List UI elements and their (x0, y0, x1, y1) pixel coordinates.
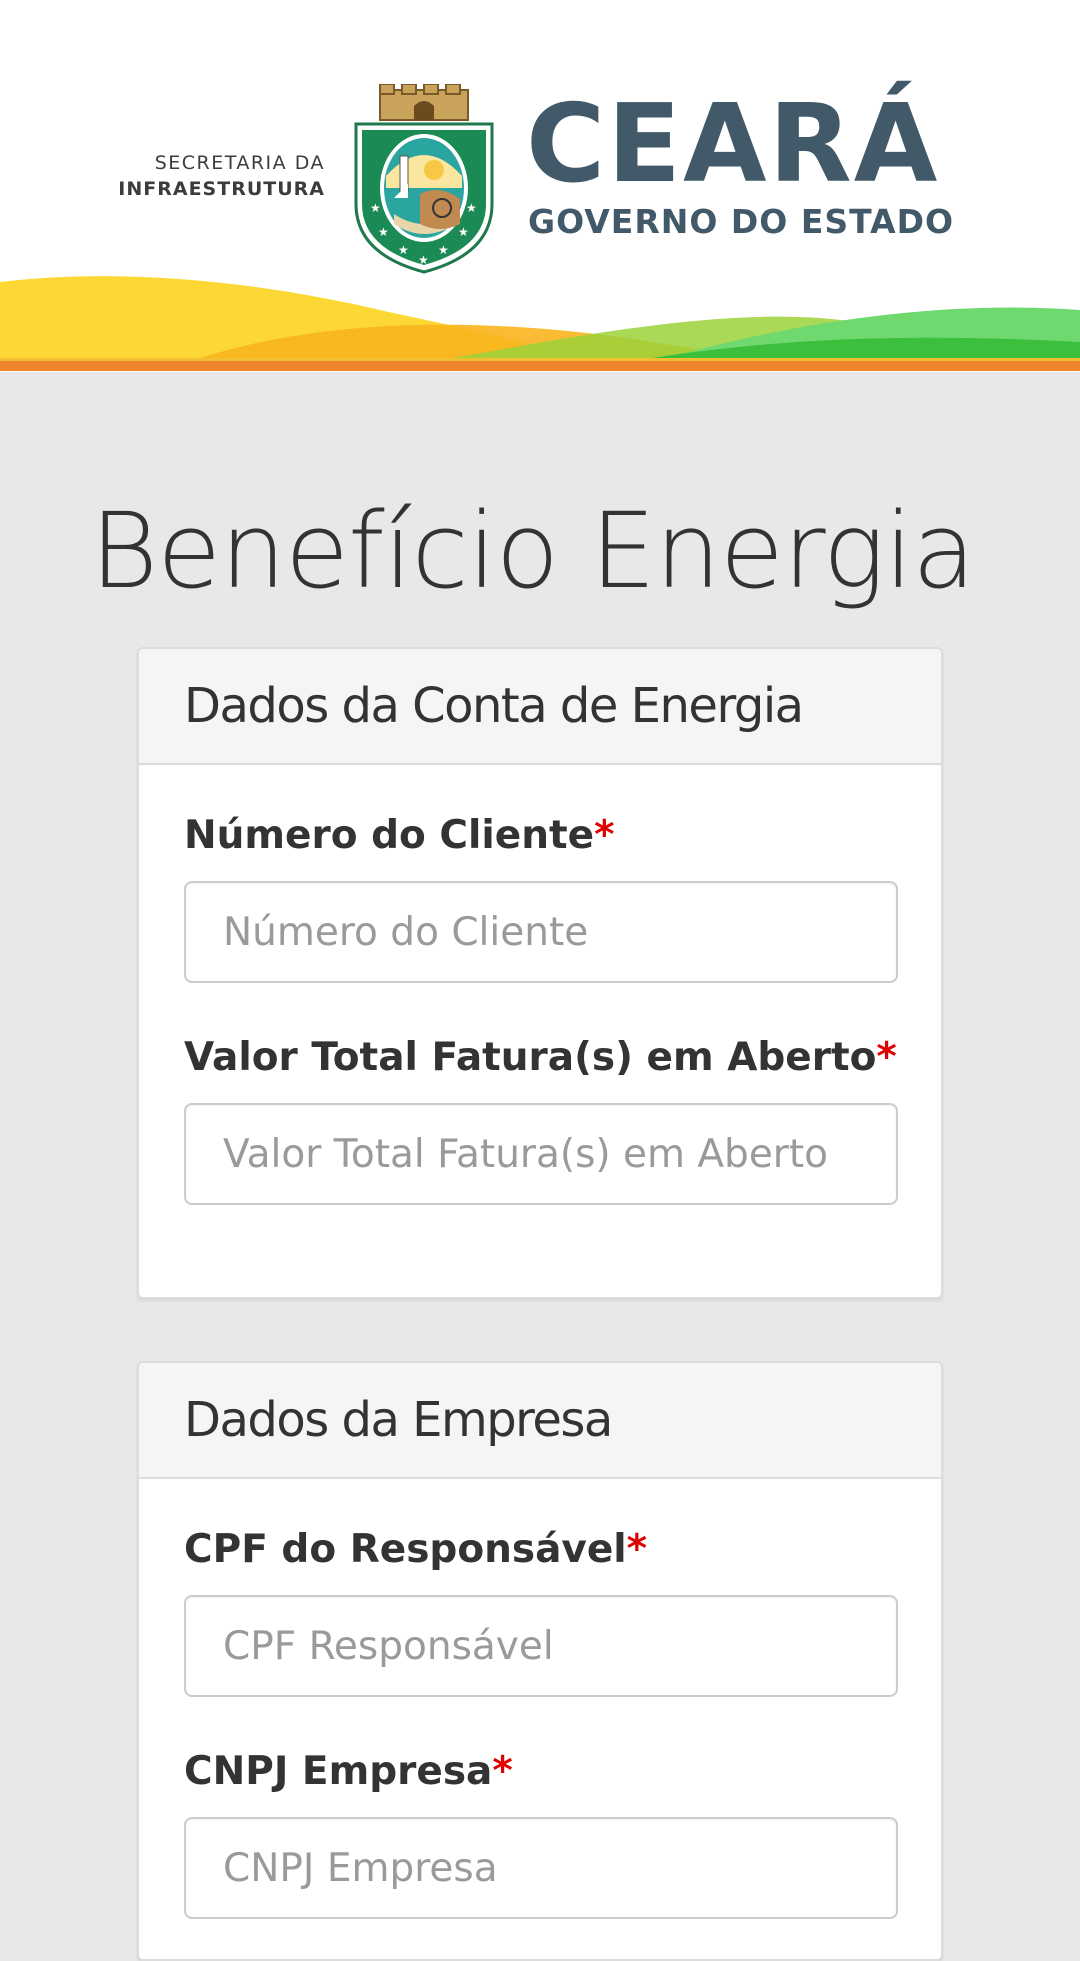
svg-text:★: ★ (398, 243, 409, 257)
state-name-logo-text: CEARÁ (526, 82, 940, 207)
open-invoices-total-input[interactable] (184, 1103, 898, 1205)
required-asterisk: * (626, 1527, 648, 1572)
required-asterisk: * (594, 813, 615, 858)
energy-account-panel-heading: Dados da Conta de Energia (139, 649, 941, 765)
header-orange-divider (0, 361, 1080, 371)
secretaria-label: SECRETARIA DA INFRAESTRUTURA (118, 150, 325, 202)
secretaria-line2: INFRAESTRUTURA (118, 178, 325, 200)
open-invoices-total-label: Valor Total Fatura(s) em Aberto* (184, 1035, 897, 1080)
required-asterisk: * (492, 1749, 513, 1794)
responsible-cpf-label-text: CPF do Responsável (184, 1527, 627, 1572)
client-number-label: Número do Cliente* (184, 813, 614, 858)
company-cnpj-input[interactable] (184, 1817, 898, 1919)
responsible-cpf-label: CPF do Responsável* (184, 1527, 647, 1572)
energy-account-panel-title: Dados da Conta de Energia (184, 678, 804, 734)
company-data-panel-heading: Dados da Empresa (139, 1363, 941, 1479)
svg-text:★: ★ (458, 225, 469, 239)
energy-account-panel: Dados da Conta de Energia Número do Clie… (137, 647, 943, 1299)
svg-text:★: ★ (370, 201, 381, 215)
svg-text:★: ★ (466, 201, 477, 215)
client-number-input[interactable] (184, 881, 898, 983)
state-subtitle-logo-text: GOVERNO DO ESTADO (528, 202, 955, 241)
header-waves (0, 276, 1080, 362)
svg-text:★: ★ (418, 253, 429, 267)
ceara-coat-of-arms-logo: ★ ★ ★ ★ ★ ★ ★ (354, 84, 494, 274)
company-data-panel: Dados da Empresa CPF do Responsável* CNP… (137, 1361, 943, 1961)
company-data-panel-title: Dados da Empresa (184, 1392, 613, 1448)
client-number-label-text: Número do Cliente (184, 813, 595, 858)
secretaria-line1: SECRETARIA DA (154, 152, 325, 174)
svg-text:★: ★ (378, 225, 389, 239)
company-cnpj-label-text: CNPJ Empresa (184, 1749, 493, 1794)
svg-text:★: ★ (438, 243, 449, 257)
company-cnpj-label: CNPJ Empresa* (184, 1749, 513, 1794)
site-header: SECRETARIA DA INFRAESTRUTURA ★ ★ ★ ★ ★ ★… (0, 0, 1080, 372)
page-title: Benefício Energia (90, 490, 976, 612)
open-invoices-total-label-text: Valor Total Fatura(s) em Aberto (184, 1035, 877, 1080)
required-asterisk: * (876, 1035, 897, 1080)
responsible-cpf-input[interactable] (184, 1595, 898, 1697)
